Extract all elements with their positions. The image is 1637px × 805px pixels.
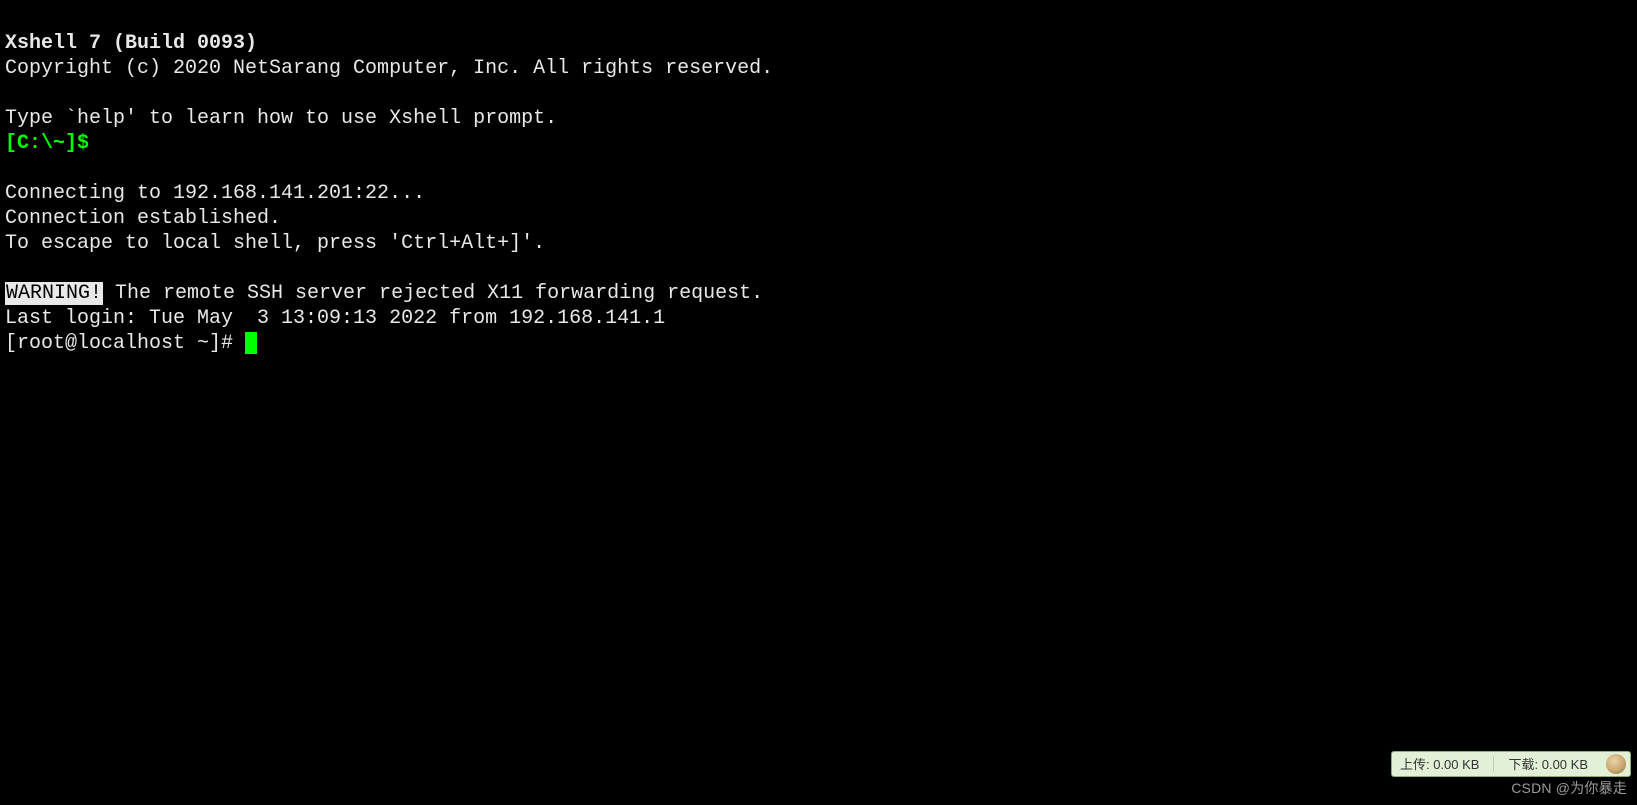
- help-hint: Type `help' to learn how to use Xshell p…: [5, 107, 557, 130]
- copyright-line: Copyright (c) 2020 NetSarang Computer, I…: [5, 57, 773, 80]
- upload-stat: 上传: 0.00 KB: [1400, 752, 1480, 777]
- established-line: Connection established.: [5, 207, 281, 230]
- cursor-block: [245, 332, 257, 354]
- connecting-line: Connecting to 192.168.141.201:22...: [5, 182, 425, 205]
- avatar-icon: [1606, 754, 1626, 774]
- remote-prompt: [root@localhost ~]#: [5, 332, 245, 355]
- warning-badge: WARNING!: [5, 282, 103, 305]
- terminal-area[interactable]: Xshell 7 (Build 0093) Copyright (c) 2020…: [0, 0, 1637, 362]
- transfer-status-bar: 上传: 0.00 KB 下载: 0.00 KB: [1391, 751, 1631, 777]
- escape-hint: To escape to local shell, press 'Ctrl+Al…: [5, 232, 545, 255]
- last-login: Last login: Tue May 3 13:09:13 2022 from…: [5, 307, 665, 330]
- download-stat: 下载: 0.00 KB: [1508, 752, 1588, 777]
- watermark-text: CSDN @为你暴走: [1511, 776, 1627, 801]
- app-title: Xshell 7 (Build 0093): [5, 32, 257, 55]
- warning-text: The remote SSH server rejected X11 forwa…: [103, 282, 763, 305]
- local-prompt: [C:\~]$: [5, 132, 89, 155]
- status-separator: [1493, 756, 1494, 772]
